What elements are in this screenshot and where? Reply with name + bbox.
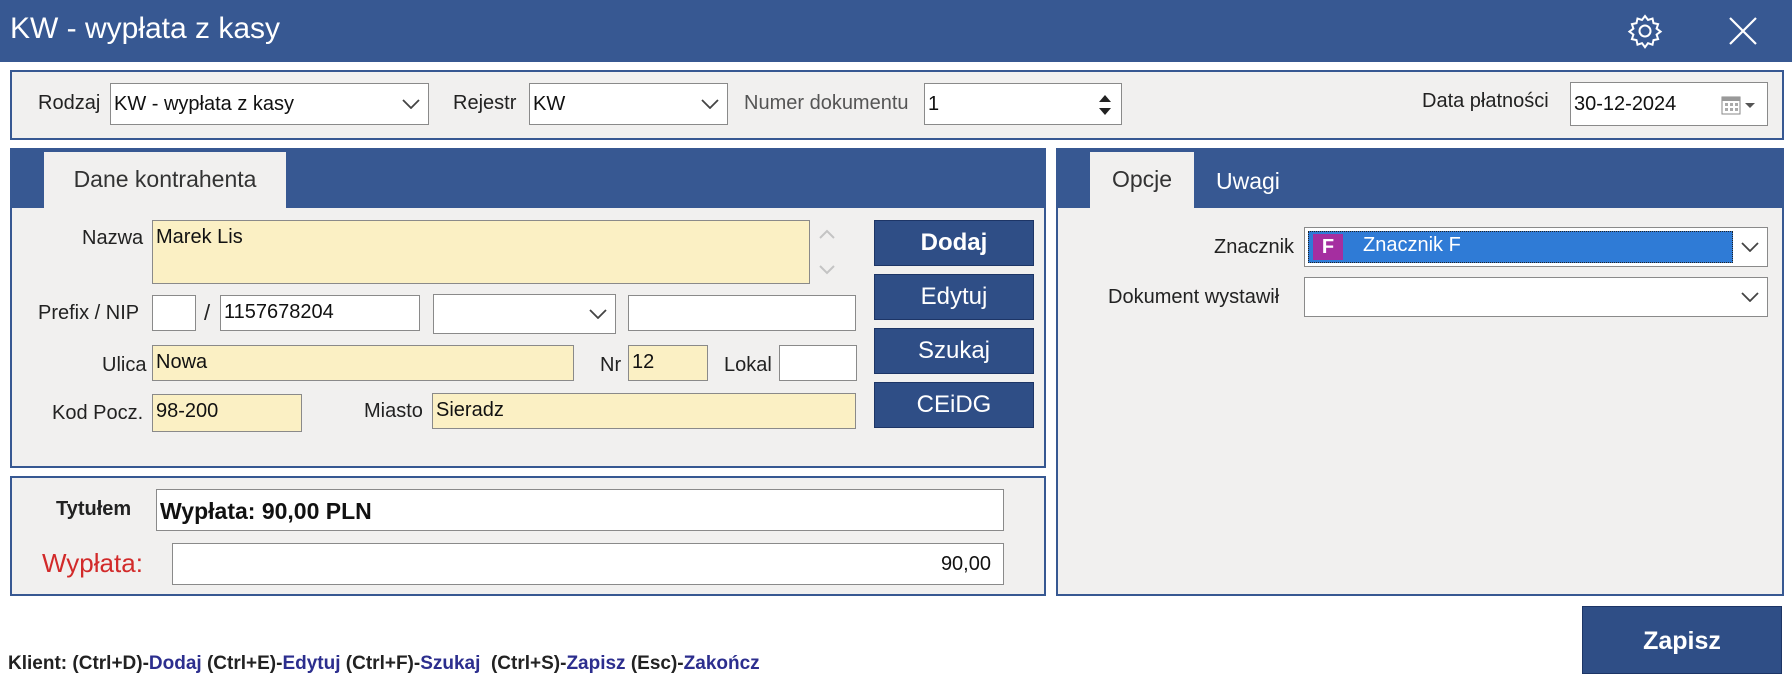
dokument-wystawil-select[interactable]	[1304, 277, 1768, 317]
numer-label: Numer dokumentu	[744, 92, 909, 114]
close-icon[interactable]	[1724, 12, 1762, 50]
shortcut-key-search: (Ctrl+F)-	[340, 653, 421, 674]
extra-field[interactable]	[628, 295, 856, 331]
chevron-down-icon	[701, 99, 719, 109]
zapisz-button[interactable]: Zapisz	[1582, 606, 1782, 674]
shortcut-action-exit: Zakończ	[683, 653, 760, 674]
ulica-label: Ulica	[102, 354, 147, 376]
szukaj-button[interactable]: Szukaj	[874, 328, 1034, 374]
miasto-field[interactable]: Sieradz	[432, 393, 856, 429]
rodzaj-label: Rodzaj	[38, 92, 101, 114]
nr-label: Nr	[600, 354, 622, 376]
options-panel	[1056, 148, 1784, 596]
dokument-wystawil-label: Dokument wystawił	[1108, 286, 1280, 308]
rodzaj-value: KW - wypłata z kasy	[114, 93, 295, 115]
prefix-field[interactable]	[152, 295, 196, 331]
data-platnosci-value: 30-12-2024	[1574, 93, 1677, 115]
tab-opcje[interactable]: Opcje	[1090, 152, 1194, 208]
numer-dokumentu-spinner[interactable]: 1	[924, 83, 1122, 125]
chevron-down-icon	[1741, 292, 1759, 302]
ceidg-button[interactable]: CEiDG	[874, 382, 1034, 428]
znacznik-value: Znacznik F	[1363, 234, 1461, 256]
shortcut-key-save: (Ctrl+S)-	[480, 653, 567, 674]
shortcut-key-add: (Ctrl+D)-	[72, 653, 149, 674]
window-title: KW - wypłata z kasy	[10, 12, 281, 45]
lokal-field[interactable]	[779, 345, 857, 381]
shortcut-key-edit: (Ctrl+E)-	[201, 653, 283, 674]
chevron-down-icon	[589, 309, 607, 319]
shortcut-action-add: Dodaj	[148, 653, 202, 674]
chevron-down-icon	[402, 99, 420, 109]
shortcut-key-exit: (Esc)-	[625, 653, 684, 674]
gear-icon[interactable]	[1626, 12, 1664, 50]
rejestr-label: Rejestr	[453, 92, 517, 114]
nip-field[interactable]: 1157678204	[220, 295, 420, 331]
numer-value: 1	[928, 93, 940, 115]
tab-uwagi[interactable]: Uwagi	[1216, 168, 1280, 195]
nazwa-field[interactable]: Marek Lis	[152, 220, 810, 284]
nr-field[interactable]: 12	[628, 345, 708, 381]
spinner-arrows-icon[interactable]	[1097, 92, 1113, 118]
wyplata-amount-field[interactable]: 90,00	[172, 543, 1004, 585]
rejestr-value: KW	[533, 93, 566, 115]
tytulem-field[interactable]: Wypłata: 90,00 PLN	[156, 489, 1004, 531]
shortcut-action-search: Szukaj	[420, 653, 481, 674]
znacznik-label: Znacznik	[1214, 236, 1295, 258]
data-platnosci-picker[interactable]: 30-12-2024	[1570, 82, 1768, 126]
znacznik-badge-icon: F	[1313, 234, 1343, 260]
rejestr-select[interactable]: KW	[529, 83, 728, 125]
nip-type-select[interactable]	[433, 294, 616, 334]
kod-pocztowy-field[interactable]: 98-200	[152, 394, 302, 432]
znacznik-select[interactable]: F Znacznik F	[1304, 227, 1768, 267]
dodaj-button[interactable]: Dodaj	[874, 220, 1034, 266]
rodzaj-select[interactable]: KW - wypłata z kasy	[110, 83, 429, 125]
nip-separator: /	[204, 300, 211, 325]
calendar-icon[interactable]	[1721, 94, 1757, 116]
shortcut-action-save: Zapisz	[566, 653, 626, 674]
lokal-label: Lokal	[724, 354, 772, 376]
kod-pocztowy-label: Kod Pocz.	[52, 402, 144, 424]
ulica-field[interactable]: Nowa	[152, 345, 574, 381]
shortcut-prefix: Klient:	[8, 653, 73, 674]
data-platnosci-label: Data płatności	[1422, 90, 1549, 112]
tytulem-label: Tytułem	[56, 498, 132, 520]
keyboard-shortcuts-hint: Klient: (Ctrl+D)-Dodaj (Ctrl+E)-Edytuj (…	[8, 653, 760, 675]
tab-dane-kontrahenta[interactable]: Dane kontrahenta	[44, 152, 286, 208]
edytuj-button[interactable]: Edytuj	[874, 274, 1034, 320]
nazwa-label: Nazwa	[82, 227, 144, 249]
miasto-label: Miasto	[364, 400, 423, 422]
prefix-nip-label: Prefix / NIP	[38, 302, 140, 324]
chevron-down-icon	[1741, 242, 1759, 252]
shortcut-action-edit: Edytuj	[282, 653, 341, 674]
scroll-arrows-icon[interactable]	[816, 226, 838, 278]
wyplata-label: Wypłata:	[42, 548, 143, 578]
